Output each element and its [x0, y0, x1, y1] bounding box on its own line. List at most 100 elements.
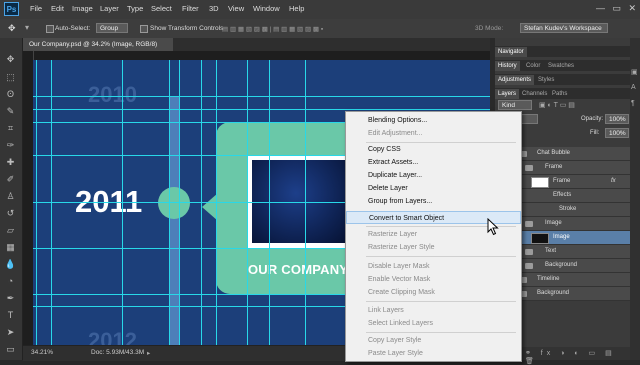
- 3d-mode-label: 3D Mode:: [475, 25, 504, 32]
- zoom-level[interactable]: 34.21%: [31, 349, 53, 356]
- menu-disable-layer-mask[interactable]: Disable Layer Mask: [346, 260, 521, 273]
- tab-adjustments[interactable]: Adjustments: [495, 75, 535, 85]
- menu-separator: [366, 256, 516, 257]
- type-tool-icon[interactable]: T: [4, 310, 17, 321]
- lasso-tool-icon[interactable]: ʘ: [4, 89, 17, 100]
- fill-input[interactable]: 100%: [605, 128, 629, 138]
- auto-select-dropdown[interactable]: Group: [96, 23, 128, 33]
- menu-filter[interactable]: Filter: [182, 4, 199, 13]
- layer-thumbnail: [531, 233, 549, 244]
- close-button[interactable]: ✕: [628, 3, 636, 15]
- marquee-tool-icon[interactable]: ⬚: [4, 72, 17, 83]
- tab-channels[interactable]: Channels: [519, 89, 550, 99]
- folder-icon: [525, 263, 533, 269]
- folder-icon: [525, 249, 533, 255]
- path-select-tool-icon[interactable]: ➤: [4, 327, 17, 338]
- eyedropper-tool-icon[interactable]: ✑: [4, 140, 17, 151]
- menu-blending-options[interactable]: Blending Options...: [346, 114, 521, 127]
- menu-copy-css[interactable]: Copy CSS: [346, 143, 521, 156]
- menu-type[interactable]: Type: [127, 4, 143, 13]
- move-tool-icon[interactable]: ✥: [4, 54, 17, 65]
- layer-action-icons[interactable]: ⚭ fx ◑ ◐ ▭ ▤ 🗑: [525, 349, 630, 365]
- opacity-input[interactable]: 100%: [605, 114, 629, 124]
- menu-delete-layer[interactable]: Delete Layer: [346, 182, 521, 195]
- layer-name: Background: [545, 262, 578, 268]
- menu-edit-adjustment[interactable]: Edit Adjustment...: [346, 127, 521, 140]
- menu-rasterize-layer-style[interactable]: Rasterize Layer Style: [346, 241, 521, 254]
- document-size: Doc: 5.93M/43.3M: [91, 349, 145, 356]
- tab-layers[interactable]: Layers: [495, 89, 520, 99]
- history-tabs: History Color Swatches: [495, 60, 630, 71]
- panel-icon[interactable]: A: [631, 84, 636, 91]
- tab-paths[interactable]: Paths: [549, 89, 570, 99]
- effects-label: Effects: [553, 192, 572, 198]
- year-label-previous: 2010: [88, 82, 137, 107]
- align-icons[interactable]: ▤ ▥ ▦ ▧ ▨ ▩ | ▤ ▥ ▦ ▧ ▨ ▩ ▪: [222, 25, 323, 33]
- show-transform-label: Show Transform Controls: [150, 25, 224, 32]
- fill-label: Fill:: [590, 130, 600, 136]
- menu-copy-layer-style[interactable]: Copy Layer Style: [346, 334, 521, 347]
- menu-paste-layer-style[interactable]: Paste Layer Style: [346, 347, 521, 360]
- quick-select-tool-icon[interactable]: ✎: [4, 106, 17, 117]
- guide-line[interactable]: [33, 96, 490, 97]
- blur-tool-icon[interactable]: 💧: [4, 259, 17, 270]
- menu-help[interactable]: Help: [289, 4, 304, 13]
- tab-color[interactable]: Color: [523, 61, 543, 71]
- tab-styles[interactable]: Styles: [535, 75, 557, 85]
- mouse-pointer-icon: [487, 218, 499, 236]
- menu-select[interactable]: Select: [151, 4, 172, 13]
- layers-tabs: Layers Channels Paths: [495, 88, 630, 99]
- tab-history[interactable]: History: [495, 61, 520, 71]
- layer-name: Frame: [545, 164, 563, 170]
- company-heading: OUR COMPANY: [248, 262, 349, 277]
- menu-extract-assets[interactable]: Extract Assets...: [346, 156, 521, 169]
- minimize-button[interactable]: —: [596, 3, 605, 15]
- adjustments-tabs: Adjustments Styles: [495, 74, 630, 85]
- year-label-next: 2012: [88, 328, 137, 345]
- panel-icon[interactable]: ▣: [631, 68, 638, 76]
- shape-tool-icon[interactable]: ▭: [4, 344, 17, 355]
- dodge-tool-icon[interactable]: ◔: [4, 276, 17, 287]
- menu-layer[interactable]: Layer: [100, 4, 119, 13]
- menu-create-clipping-mask[interactable]: Create Clipping Mask: [346, 286, 521, 299]
- healing-tool-icon[interactable]: ✚: [4, 157, 17, 168]
- menu-image[interactable]: Image: [72, 4, 93, 13]
- history-brush-tool-icon[interactable]: ↺: [4, 208, 17, 219]
- dropdown-arrow-icon[interactable]: ▾: [25, 23, 29, 32]
- layer-name: Timeline: [537, 276, 560, 282]
- layer-thumbnail: [531, 177, 549, 188]
- gradient-tool-icon[interactable]: ▦: [4, 242, 17, 253]
- menu-select-linked-layers[interactable]: Select Linked Layers: [346, 317, 521, 330]
- workspace-dropdown[interactable]: Stefan Kudev's Workspace: [520, 23, 608, 33]
- tab-navigator[interactable]: Navigator: [495, 47, 527, 57]
- menu-link-layers[interactable]: Link Layers: [346, 304, 521, 317]
- menu-file[interactable]: File: [30, 4, 42, 13]
- menu-edit[interactable]: Edit: [51, 4, 64, 13]
- status-menu-arrow-icon[interactable]: ▸: [147, 349, 150, 357]
- menu-separator: [366, 301, 516, 302]
- clone-stamp-tool-icon[interactable]: ♙: [4, 191, 17, 202]
- pen-tool-icon[interactable]: ✒: [4, 293, 17, 304]
- menu-view[interactable]: View: [228, 4, 244, 13]
- layer-name: Chat Bubble: [537, 150, 571, 156]
- menu-enable-vector-mask[interactable]: Enable Vector Mask: [346, 273, 521, 286]
- guide-line[interactable]: [33, 109, 490, 110]
- move-tool-icon[interactable]: ✥: [8, 23, 16, 34]
- auto-select-checkbox[interactable]: [46, 25, 54, 33]
- fx-icon[interactable]: fx: [611, 175, 616, 188]
- menu-3d[interactable]: 3D: [209, 4, 219, 13]
- filter-icons[interactable]: ▣ ◐ T ▭ ▤: [539, 101, 575, 109]
- document-tab[interactable]: Our Company.psd @ 34.2% (Image, RGB/8): [23, 38, 173, 51]
- kind-filter-dropdown[interactable]: Kind: [498, 100, 532, 110]
- eraser-tool-icon[interactable]: ▱: [4, 225, 17, 236]
- menu-duplicate-layer[interactable]: Duplicate Layer...: [346, 169, 521, 182]
- brush-tool-icon[interactable]: ✐: [4, 174, 17, 185]
- maximize-button[interactable]: ▭: [612, 3, 621, 15]
- crop-tool-icon[interactable]: ⌗: [4, 123, 17, 134]
- menu-window[interactable]: Window: [253, 4, 280, 13]
- menu-group-from-layers[interactable]: Group from Layers...: [346, 195, 521, 208]
- show-transform-checkbox[interactable]: [140, 25, 148, 33]
- layer-name: Background: [537, 290, 570, 296]
- tab-swatches[interactable]: Swatches: [545, 61, 577, 71]
- panel-icon[interactable]: ¶: [631, 100, 635, 107]
